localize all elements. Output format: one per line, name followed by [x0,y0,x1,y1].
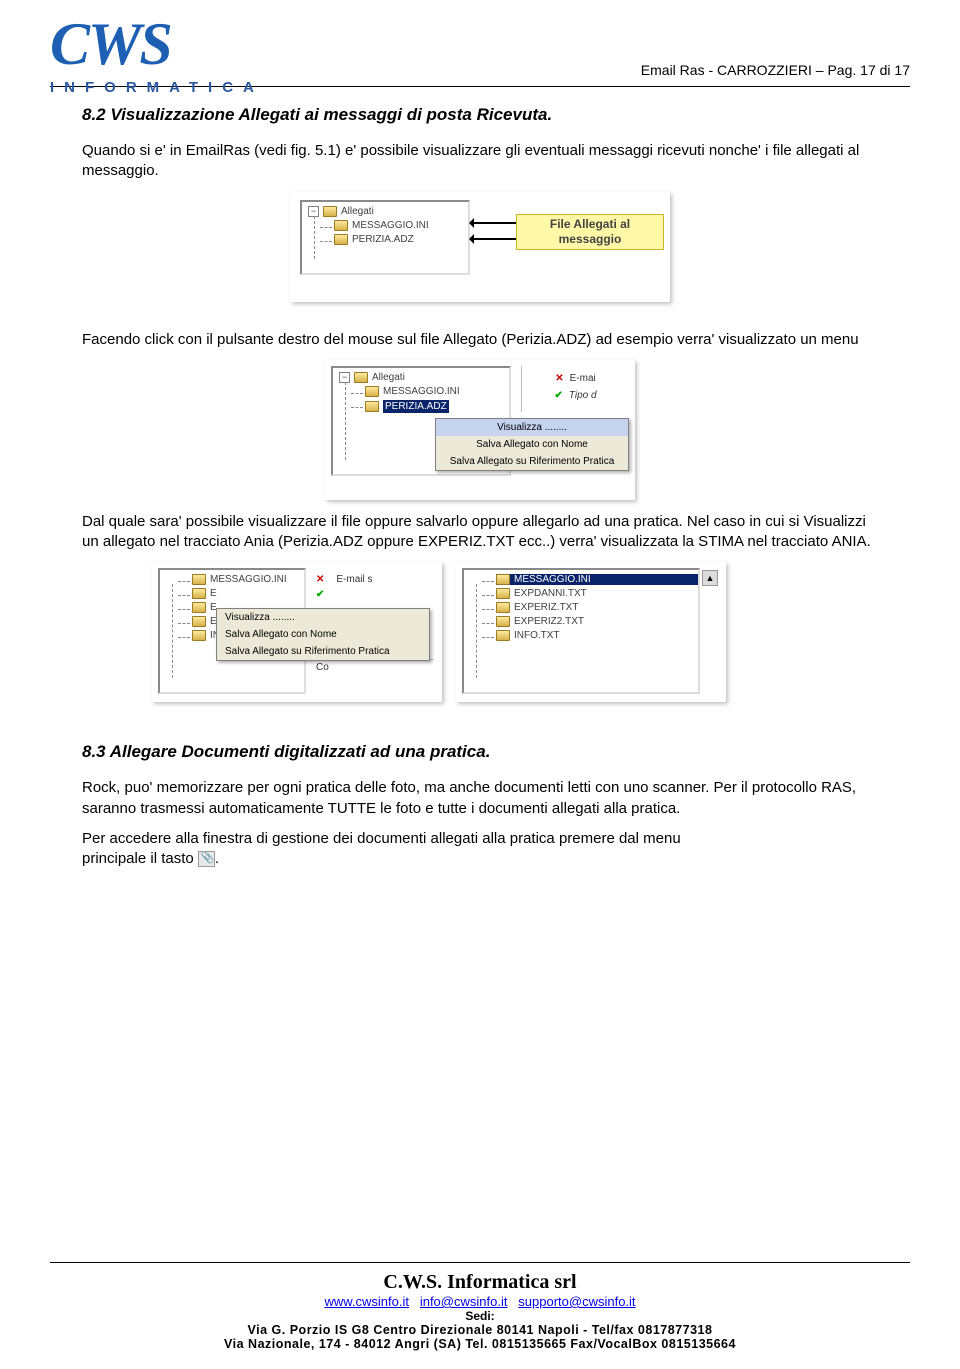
menu-item-salva-nome[interactable]: Salva Allegato con Nome [217,626,429,643]
tree-root-label: Allegati [372,372,405,383]
context-menu[interactable]: Visualizza ........ Salva Allegato con N… [216,608,430,661]
context-menu[interactable]: Visualizza ........ Salva Allegato con N… [435,418,629,471]
footer-link-www[interactable]: www.cwsinfo.it [324,1294,409,1309]
page-header: CWS INFORMATICA Email Ras - CARROZZIERI … [50,10,910,87]
menu-item-salva-nome[interactable]: Salva Allegato con Nome [436,436,628,453]
folder-icon [365,386,379,397]
folder-icon [192,574,206,585]
tree-item-label[interactable]: EXPERIZ.TXT [514,602,578,613]
doc-title: Email Ras - CARROZZIERI – Pag. [641,62,860,78]
figure-3b: ▲ MESSAGGIO.INI EXPDANNI.TXT EXPERIZ.TXT… [456,562,726,702]
logo-text-bottom: INFORMATICA [50,79,250,96]
tree-item-label[interactable]: MESSAGGIO.INI [210,574,287,585]
folder-icon [496,588,510,599]
check-icon: ✔ [554,390,562,401]
tree-view: MESSAGGIO.INI EXPDANNI.TXT EXPERIZ.TXT E… [462,568,700,694]
header-meta: Email Ras - CARROZZIERI – Pag. 17 di 17 [641,62,910,80]
menu-item-visualizza[interactable]: Visualizza ........ [217,609,429,626]
scroll-up-icon[interactable]: ▲ [702,570,718,586]
tree-view: − Allegati MESSAGGIO.INI PERIZIA.ADZ [300,200,470,275]
tree-item-label[interactable]: MESSAGGIO.INI [383,386,460,397]
folder-icon [496,602,510,613]
footer-sedi: Sedi: [50,1309,910,1323]
arrow-icon [472,238,516,240]
menu-item-salva-pratica[interactable]: Salva Allegato su Riferimento Pratica [217,643,429,660]
menu-item-salva-pratica[interactable]: Salva Allegato su Riferimento Pratica [436,453,628,470]
folder-icon [334,220,348,231]
tree-item-label[interactable]: MESSAGGIO.INI [352,220,429,231]
tree-root-label: Allegati [341,206,374,217]
figure-1-tree-callout: − Allegati MESSAGGIO.INI PERIZIA.ADZ [290,192,670,302]
footer-address-2: Via Nazionale, 174 - 84012 Angri (SA) Te… [50,1337,910,1351]
callout-label: File Allegati al messaggio [516,214,664,250]
figure-3a: MESSAGGIO.INI E E E INFO.TXT ✕E-mail s ✔… [152,562,442,702]
tree-item-label: EXPDANNI.TXT [514,588,587,599]
paragraph-4a: Rock, puo' memorizzare per ogni pratica … [82,778,878,819]
footer-links: www.cwsinfo.it info@cwsinfo.it supporto@… [50,1294,910,1309]
clip-icon[interactable] [198,851,215,867]
paragraph-1: Quando si e' in EmailRas (vedi fig. 5.1)… [82,141,878,182]
figure-2-context-menu: − Allegati MESSAGGIO.INI PERIZIA.ADZ ✕E-… [325,360,635,500]
tree-item-label[interactable]: INFO.TXT [514,630,560,641]
paragraph-2: Facendo click con il pulsante destro del… [82,330,878,350]
folder-icon [354,372,368,383]
paragraph-3: Dal quale sara' possibile visualizzare i… [82,512,878,553]
menu-item-visualizza[interactable]: Visualizza ........ [436,419,628,436]
folder-icon [192,588,206,599]
folder-icon [192,630,206,641]
folder-icon [192,616,206,627]
footer-address-1: Via G. Porzio IS G8 Centro Direzionale 8… [50,1323,910,1337]
x-icon: ✕ [316,574,324,585]
page-footer: C.W.S. Informatica srl www.cwsinfo.it in… [50,1262,910,1351]
section-heading-8-2: 8.2 Visualizzazione Allegati ai messaggi… [82,105,878,125]
x-icon: ✕ [555,373,563,384]
tree-item-label[interactable]: PERIZIA.ADZ [352,234,414,245]
arrow-icon [472,222,516,224]
logo-text-top: CWS [50,10,250,79]
tree-item-label[interactable]: E [210,588,217,599]
tree-item-label[interactable]: EXPERIZ2.TXT [514,616,584,627]
folder-icon [323,206,337,217]
folder-icon [496,630,510,641]
company-logo: CWS INFORMATICA [50,10,250,80]
section-heading-8-3: 8.3 Allegare Documenti digitalizzati ad … [82,742,878,762]
check-icon: ✔ [316,589,324,600]
folder-icon [496,574,510,585]
footer-link-info[interactable]: info@cwsinfo.it [420,1294,508,1309]
page-number: 17 di 17 [860,62,910,78]
figure-right-pane: ✕E-mai ✔Tipo d [521,366,629,412]
footer-link-supporto[interactable]: supporto@cwsinfo.it [518,1294,635,1309]
tree-item-selected[interactable]: MESSAGGIO.INI [514,574,591,585]
paragraph-4b: Per accedere alla finestra di gestione d… [82,829,878,870]
tree-item-selected[interactable]: PERIZIA.ADZ [383,400,449,413]
folder-icon [192,602,206,613]
folder-icon [496,616,510,627]
folder-icon [334,234,348,245]
footer-company: C.W.S. Informatica srl [50,1271,910,1294]
folder-icon [365,401,379,412]
